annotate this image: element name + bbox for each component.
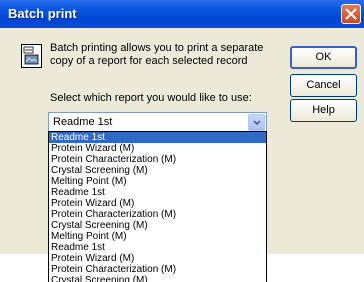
dropdown-option[interactable]: Protein Characterization (M) — [49, 264, 266, 275]
document-icon — [21, 44, 42, 68]
dialog-body: Batch printing allows you to print a sep… — [3, 28, 361, 282]
dropdown-option[interactable]: Protein Wizard (M) — [49, 143, 266, 154]
info-text: Batch printing allows you to print a sep… — [50, 42, 264, 67]
report-dropdown-list[interactable]: Readme 1st Protein Wizard (M) Protein Char… — [48, 131, 267, 282]
dropdown-option[interactable]: Melting Point (M) — [49, 176, 266, 187]
select-report-label: Select which report you would like to us… — [50, 92, 252, 104]
dropdown-option[interactable]: Readme 1st — [49, 187, 266, 198]
cancel-button[interactable]: Cancel — [290, 74, 357, 97]
dropdown-option[interactable]: Protein Characterization (M) — [49, 209, 266, 220]
report-select-dropdown-button[interactable] — [248, 114, 265, 131]
close-button[interactable] — [341, 4, 361, 24]
dropdown-option[interactable]: Crystal Screening (M) — [49, 165, 266, 176]
report-select[interactable]: Readme 1st — [48, 112, 267, 133]
ok-button[interactable]: OK — [290, 46, 357, 69]
dropdown-option[interactable]: Protein Wizard (M) — [49, 253, 266, 264]
batch-print-dialog: Batch print Batch printing allows you to… — [0, 0, 364, 282]
dropdown-option[interactable]: Crystal Screening (M) — [49, 275, 266, 282]
dropdown-option[interactable]: Readme 1st — [49, 132, 266, 143]
close-icon — [345, 8, 357, 20]
help-button[interactable]: Help — [290, 99, 357, 122]
dropdown-option[interactable]: Protein Characterization (M) — [49, 154, 266, 165]
dropdown-option[interactable]: Protein Wizard (M) — [49, 198, 266, 209]
report-select-value: Readme 1st — [53, 116, 113, 128]
window-title: Batch print — [8, 6, 77, 21]
dropdown-option[interactable]: Crystal Screening (M) — [49, 220, 266, 231]
dropdown-option[interactable]: Melting Point (M) — [49, 231, 266, 242]
dropdown-option[interactable]: Readme 1st — [49, 242, 266, 253]
title-bar[interactable]: Batch print — [0, 0, 364, 28]
chevron-down-icon — [253, 120, 261, 126]
